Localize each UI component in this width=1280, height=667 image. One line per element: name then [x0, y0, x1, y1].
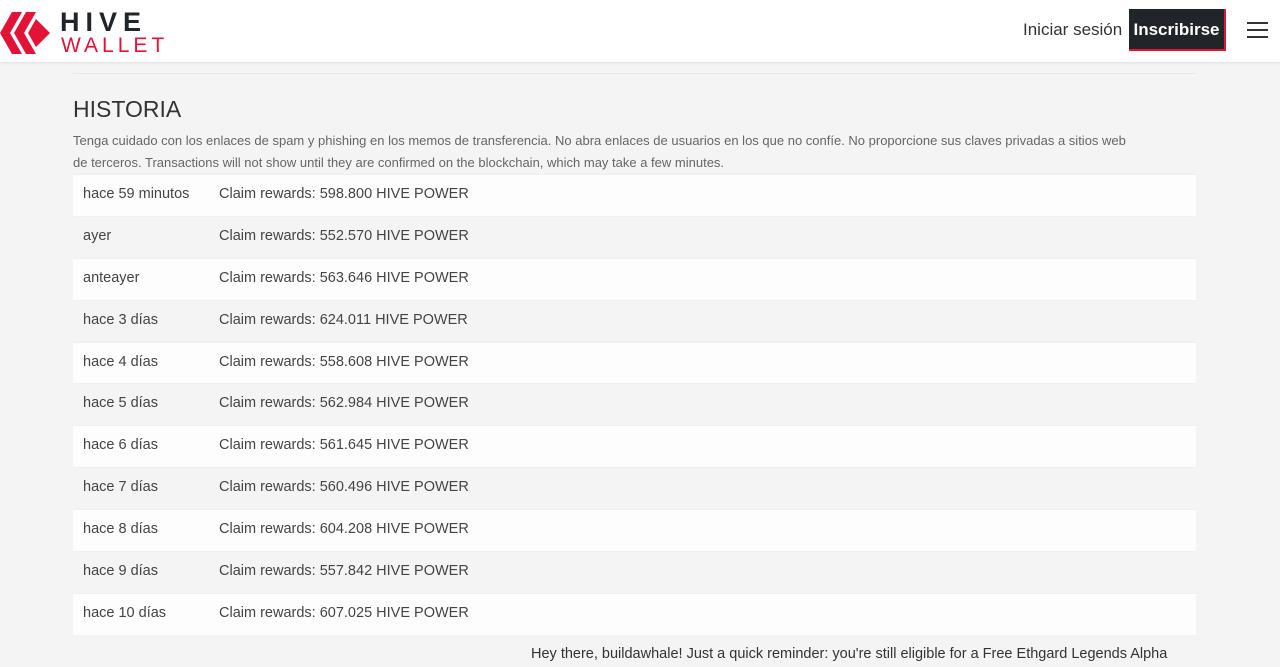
row-timestamp[interactable]: hace 4 días	[83, 354, 158, 370]
hamburger-icon[interactable]	[1247, 20, 1269, 38]
row-operation: Claim rewards: 607.025 HIVE POWER	[219, 604, 469, 621]
row-timestamp[interactable]: ayer	[83, 228, 111, 244]
row-timestamp[interactable]: hace 8 días	[83, 521, 158, 537]
row-timestamp[interactable]: hace 5 días	[83, 395, 158, 411]
table-row: ayer Claim rewards: 552.570 HIVE POWER	[73, 215, 1196, 258]
row-timestamp[interactable]: hace 3 días	[83, 312, 158, 328]
table-row: hace 7 días Claim rewards: 560.496 HIVE P…	[73, 467, 1196, 510]
row-operation: Claim rewards: 552.570 HIVE POWER	[219, 227, 469, 244]
table-row: hace 10 días Claim rewards: 607.025 HIVE …	[73, 592, 1196, 635]
hive-logo-icon	[0, 12, 50, 54]
signup-button[interactable]: Inscribirse	[1129, 9, 1226, 51]
hive-wallet-logo[interactable]: HIVE WALLET	[0, 7, 164, 56]
memo-text: Hey there, buildawhale! Just a quick rem…	[531, 646, 1168, 662]
table-row: hace 59 minutos Claim rewards: 598.800 HI…	[73, 174, 1196, 216]
table-row: hace 4 días Claim rewards: 558.608 HIVE P…	[73, 341, 1196, 384]
table-row: hace 9 días Claim rewards: 557.842 HIVE P…	[73, 551, 1196, 593]
row-timestamp[interactable]: hace 6 días	[83, 437, 158, 453]
memo-row: Hey there, buildawhale! Just a quick rem…	[73, 636, 1196, 667]
row-timestamp[interactable]: hace 59 minutos	[83, 186, 189, 202]
row-operation: Claim rewards: 598.800 HIVE POWER	[219, 186, 469, 202]
row-operation: Claim rewards: 561.645 HIVE POWER	[219, 437, 469, 454]
table-row: hace 5 días Claim rewards: 562.984 HIVE P…	[73, 383, 1196, 426]
row-timestamp[interactable]: hace 9 días	[83, 563, 158, 579]
logo-text-hive: HIVE	[60, 7, 148, 37]
row-timestamp[interactable]: hace 7 días	[83, 479, 158, 495]
page-title: HISTORIA	[73, 96, 182, 122]
row-operation: Claim rewards: 562.984 HIVE POWER	[219, 395, 469, 412]
top-header: HIVE WALLET Iniciar sesión Inscribirse	[0, 0, 1280, 62]
row-operation: Claim rewards: 560.496 HIVE POWER	[219, 479, 469, 496]
row-operation: Claim rewards: 604.208 HIVE POWER	[219, 521, 469, 538]
row-operation: Claim rewards: 557.842 HIVE POWER	[219, 563, 469, 580]
row-operation: Claim rewards: 624.011 HIVE POWER	[219, 311, 468, 328]
table-row: hace 6 días Claim rewards: 561.645 HIVE P…	[73, 425, 1196, 468]
table-row: anteayer Claim rewards: 563.646 HIVE POWE…	[73, 257, 1196, 300]
logo-text-wallet: WALLET	[61, 34, 169, 57]
row-timestamp[interactable]: hace 10 días	[83, 605, 166, 621]
login-link[interactable]: Iniciar sesión	[1023, 19, 1122, 41]
row-operation: Claim rewards: 563.646 HIVE POWER	[219, 269, 469, 286]
phishing-warning: Tenga cuidado con los enlaces de spam y …	[73, 133, 1126, 170]
table-row: hace 3 días Claim rewards: 624.011 HIVE P…	[73, 299, 1196, 342]
table-row: hace 8 días Claim rewards: 604.208 HIVE P…	[73, 509, 1196, 552]
row-timestamp[interactable]: anteayer	[83, 270, 139, 286]
row-operation: Claim rewards: 558.608 HIVE POWER	[219, 353, 469, 370]
history-table: hace 59 minutos Claim rewards: 598.800 HI…	[73, 174, 1196, 635]
section-divider	[73, 73, 1196, 74]
